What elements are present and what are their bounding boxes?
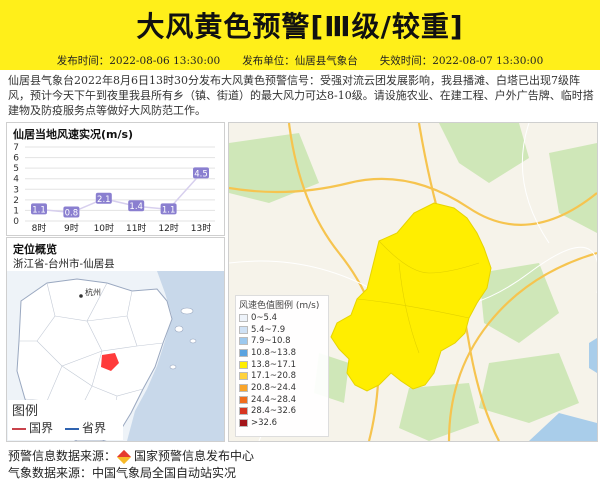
x-tick-label: 10时 bbox=[94, 222, 114, 234]
warning-center-logo-icon bbox=[116, 449, 132, 464]
y-tick-label: 1 bbox=[13, 206, 19, 216]
legend-swatch bbox=[239, 325, 248, 334]
legend-label: 7.9~10.8 bbox=[251, 336, 291, 347]
x-tick-label: 13时 bbox=[191, 222, 211, 234]
location-overview-panel: 定位概览 浙江省-台州市-仙居县 杭州 图例 国界 省界 bbox=[6, 237, 225, 442]
y-tick-label: 5 bbox=[13, 164, 19, 174]
published-time: 发布时间：2022-08-06 13:30:00 bbox=[56, 54, 221, 67]
source-name[interactable]: 国家预警信息发布中心 bbox=[134, 449, 254, 463]
city-label-hangzhou: 杭州 bbox=[85, 287, 101, 297]
wind-legend-item: 5.4~7.9 bbox=[236, 324, 328, 336]
warning-title: 大风黄色预警[Ⅲ级/较重] bbox=[136, 10, 464, 43]
legend-country-border: 国界 bbox=[12, 419, 53, 436]
legend-province-border: 省界 bbox=[65, 419, 106, 436]
source-footer: 预警信息数据来源： 国家预警信息发布中心 bbox=[8, 449, 255, 464]
x-tick-label: 9时 bbox=[64, 222, 79, 234]
legend-swatch bbox=[239, 395, 248, 404]
legend-label: 13.8~17.1 bbox=[251, 359, 296, 370]
legend-swatch bbox=[239, 372, 248, 381]
expire-time: 失效时间：2022-08-07 13:30:00 bbox=[379, 54, 544, 67]
warning-description: 仙居县气象台2022年8月6日13时30分发布大风黄色预警信号：受强对流云团发展… bbox=[8, 74, 594, 117]
legend-label: 17.1~20.8 bbox=[251, 371, 296, 382]
mini-legend-title: 图例 bbox=[12, 404, 39, 419]
wind-legend-item: 0~5.4 bbox=[236, 312, 328, 324]
warning-banner: 大风黄色预警[Ⅲ级/较重] bbox=[0, 0, 600, 50]
legend-swatch bbox=[239, 419, 248, 428]
map-mini-legend: 图例 国界 省界 bbox=[8, 400, 123, 440]
y-tick-label: 6 bbox=[13, 154, 19, 164]
legend-label: 5.4~7.9 bbox=[251, 324, 286, 335]
wind-legend-title: 风速色值图例 (m/s) bbox=[239, 301, 320, 311]
y-tick-label: 4 bbox=[13, 175, 19, 185]
data-label: 2.1 bbox=[97, 195, 111, 205]
x-tick-label: 12时 bbox=[158, 222, 178, 234]
legend-label: >32.6 bbox=[251, 418, 278, 429]
wind-legend-item: 10.8~13.8 bbox=[236, 347, 328, 359]
location-path: 浙江省-台州市-仙居县 bbox=[13, 258, 115, 270]
wind-legend-item: 20.8~24.4 bbox=[236, 382, 328, 394]
y-tick-label: 7 bbox=[13, 143, 19, 153]
wind-speed-chart: 01234567 1.1 8时 0.8 9时 2.1 10时 1.4 11时 1.1 12时 4.5 1… bbox=[13, 143, 215, 234]
x-tick-label: 11时 bbox=[126, 222, 146, 234]
wind-color-legend: 风速色值图例 (m/s) 0~5.4 5.4~7.9 7.9~10.8 10.8~13… bbox=[235, 295, 329, 437]
data-label: 1.1 bbox=[162, 205, 176, 215]
data-label: 0.8 bbox=[65, 209, 79, 219]
wind-legend-item: 7.9~10.8 bbox=[236, 335, 328, 347]
wind-legend-item: 13.8~17.1 bbox=[236, 359, 328, 371]
wind-map[interactable]: 风速色值图例 (m/s) 0~5.4 5.4~7.9 7.9~10.8 10.8~13… bbox=[228, 122, 598, 442]
data-source-footer: 气象数据来源：中国气象局全国自动站实况 bbox=[8, 466, 237, 480]
legend-swatch bbox=[239, 360, 248, 369]
legend-label: 10.8~13.8 bbox=[251, 347, 296, 358]
location-title: 定位概览 bbox=[13, 243, 57, 256]
x-tick-label: 8时 bbox=[32, 222, 47, 234]
wind-legend-item: 28.4~32.6 bbox=[236, 406, 328, 418]
data-label: 1.1 bbox=[32, 205, 46, 215]
wind-series-line bbox=[38, 172, 202, 214]
wind-speed-panel: 仙居当地风速实况(m/s) 0 1 2 3 4 5 6 7 1.1 8时 0.8 9时 2.1 10时 1.… bbox=[6, 122, 225, 236]
y-tick-label: 3 bbox=[13, 185, 19, 195]
wind-legend-item: 17.1~20.8 bbox=[236, 370, 328, 382]
legend-label: 20.8~24.4 bbox=[251, 382, 296, 393]
y-tick-label: 0 bbox=[13, 217, 19, 227]
legend-label: 0~5.4 bbox=[251, 312, 278, 323]
legend-swatch bbox=[239, 348, 248, 357]
legend-swatch bbox=[239, 337, 248, 346]
issuer: 发布单位：仙居县气象台 bbox=[242, 54, 358, 67]
legend-swatch bbox=[239, 313, 248, 322]
wind-legend-item: 24.4~28.4 bbox=[236, 394, 328, 406]
y-tick-label: 2 bbox=[13, 196, 19, 206]
data-label: 1.4 bbox=[129, 202, 143, 212]
warning-meta: 发布时间：2022-08-06 13:30:00 发布单位：仙居县气象台 失效时… bbox=[0, 50, 600, 70]
legend-label: 24.4~28.4 bbox=[251, 394, 296, 405]
legend-label: 28.4~32.6 bbox=[251, 406, 296, 417]
legend-swatch bbox=[239, 407, 248, 416]
data-label: 4.5 bbox=[194, 169, 208, 179]
legend-swatch bbox=[239, 383, 248, 392]
wind-legend-item: >32.6 bbox=[236, 417, 328, 429]
